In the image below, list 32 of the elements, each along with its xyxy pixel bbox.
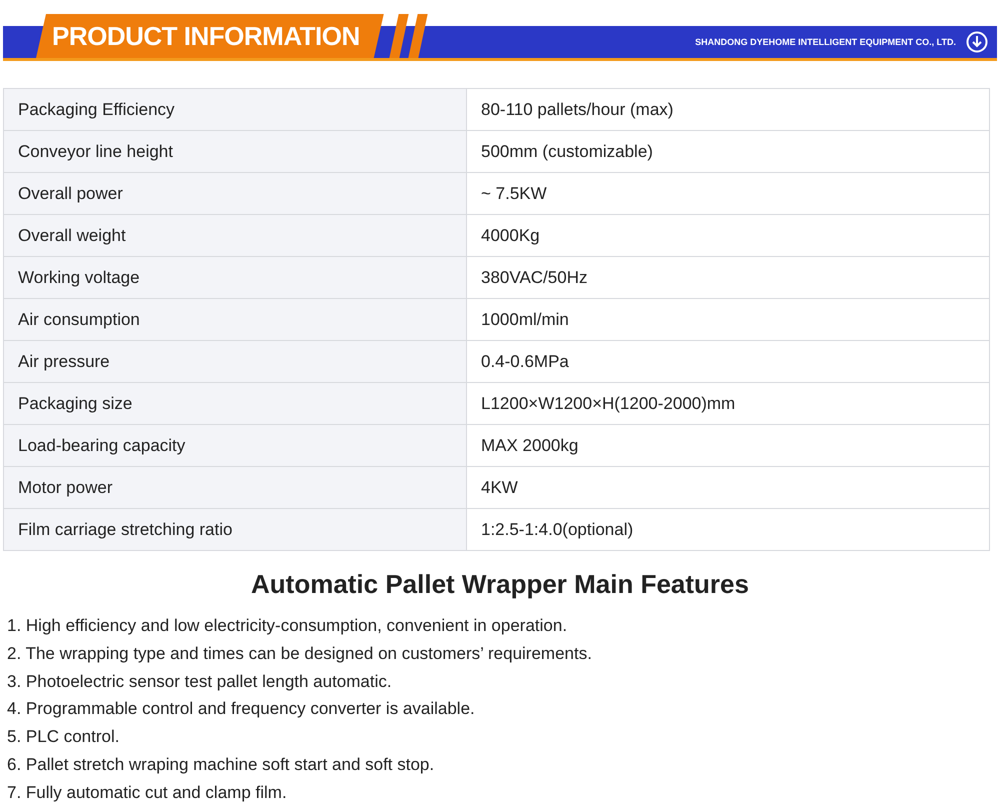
- spec-label: Working voltage: [4, 256, 466, 298]
- spec-label: Film carriage stretching ratio: [4, 508, 466, 550]
- spec-value: 4000Kg: [466, 214, 990, 256]
- spec-value: 80-110 pallets/hour (max): [466, 88, 990, 130]
- spec-label: Overall power: [4, 172, 466, 214]
- feature-item: 6. Pallet stretch wraping machine soft start and soft stop.: [7, 754, 436, 776]
- company-name: SHANDONG DYEHOME INTELLIGENT EQUIPMENT CO., LTD.: [695, 37, 956, 47]
- spec-value: MAX 2000kg: [466, 424, 990, 466]
- feature-item: 4. Programmable control and frequency converter is available.: [7, 698, 476, 720]
- spec-value: 0.4-0.6MPa: [466, 340, 990, 382]
- feature-item: 1. High efficiency and low electricity-consumption, convenient in operation.: [7, 615, 568, 637]
- features-heading: Automatic Pallet Wrapper Main Features: [250, 569, 750, 600]
- spec-value: 380VAC/50Hz: [466, 256, 990, 298]
- spec-value: 1:2.5-1:4.0(optional): [466, 508, 990, 550]
- spec-label: Air consumption: [4, 298, 466, 340]
- spec-label: Conveyor line height: [4, 130, 466, 172]
- spec-value: 4KW: [466, 466, 990, 508]
- feature-item: 3. Photoelectric sensor test pallet length automatic.: [7, 670, 393, 693]
- spec-label: Load-bearing capacity: [4, 424, 466, 466]
- spec-label: Packaging size: [4, 382, 466, 424]
- spec-label: Overall weight: [4, 214, 466, 256]
- spec-value: L1200×W1200×H(1200-2000)mm: [466, 382, 990, 424]
- spec-value: 500mm (customizable): [466, 130, 990, 172]
- feature-item: 7. Fully automatic cut and clamp film.: [7, 782, 288, 804]
- banner-title: PRODUCT INFORMATION: [36, 14, 384, 58]
- spec-value: ~ 7.5KW: [466, 172, 990, 214]
- feature-item: 5. PLC control.: [7, 726, 120, 748]
- spec-value: 1000ml/min: [466, 298, 990, 340]
- feature-item: 2. The wrapping type and times can be designed on customers’ requirements.: [7, 642, 593, 665]
- spec-label: Motor power: [4, 466, 466, 508]
- spec-label: Packaging Efficiency: [4, 88, 466, 130]
- spec-label: Air pressure: [4, 340, 466, 382]
